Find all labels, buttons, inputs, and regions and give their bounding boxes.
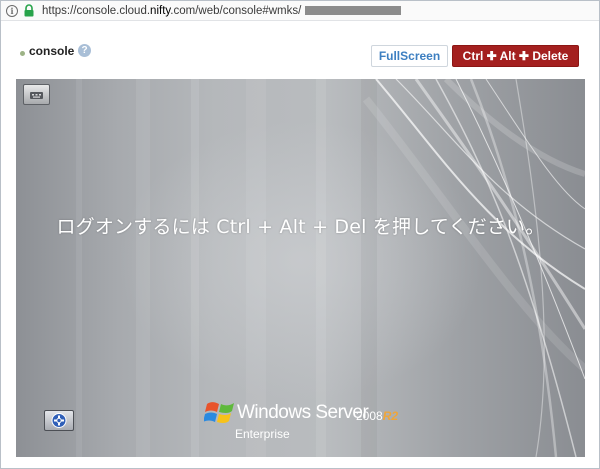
url-text[interactable]: https://console.cloud.nifty.com/web/cons…: [42, 4, 402, 17]
info-icon[interactable]: i: [6, 4, 18, 17]
url-redacted-segment: [305, 5, 402, 15]
brand-year: 2008: [356, 409, 383, 423]
logon-message: ログオンするには Ctrl + Alt + Del を押してください。: [56, 216, 545, 238]
browser-window: i https://console.cloud.nifty.com/web/co…: [0, 0, 600, 469]
page-title: console: [29, 44, 75, 58]
brand-name: Windows Server: [237, 402, 369, 423]
keyboard-icon[interactable]: [23, 84, 50, 105]
accessibility-icon[interactable]: [44, 410, 74, 431]
ctrl-alt-delete-button[interactable]: Ctrl ✚ Alt ✚ Delete: [452, 45, 579, 67]
wallpaper-streaks: [76, 79, 585, 457]
address-bar[interactable]: i https://console.cloud.nifty.com/web/co…: [1, 1, 599, 21]
url-host: nifty: [150, 4, 171, 17]
url-prefix: https://console.cloud.: [42, 4, 151, 17]
console-screen[interactable]: ログオンするには Ctrl + Alt + Del を押してください。 Wind…: [16, 79, 585, 457]
status-dot: [20, 51, 25, 56]
console-header: console ? FullScreen Ctrl ✚ Alt ✚ Delete: [1, 23, 599, 75]
help-icon[interactable]: ?: [78, 44, 91, 57]
brand-edition: Enterprise: [235, 427, 290, 441]
lock-icon[interactable]: [23, 4, 35, 17]
brand-r2: R2: [382, 409, 399, 423]
windows-logo-icon: [204, 402, 234, 423]
brand-version: 2008R2: [356, 409, 398, 423]
fullscreen-button[interactable]: FullScreen: [371, 45, 448, 67]
url-path: .com/web/console#wmks/: [170, 4, 302, 17]
